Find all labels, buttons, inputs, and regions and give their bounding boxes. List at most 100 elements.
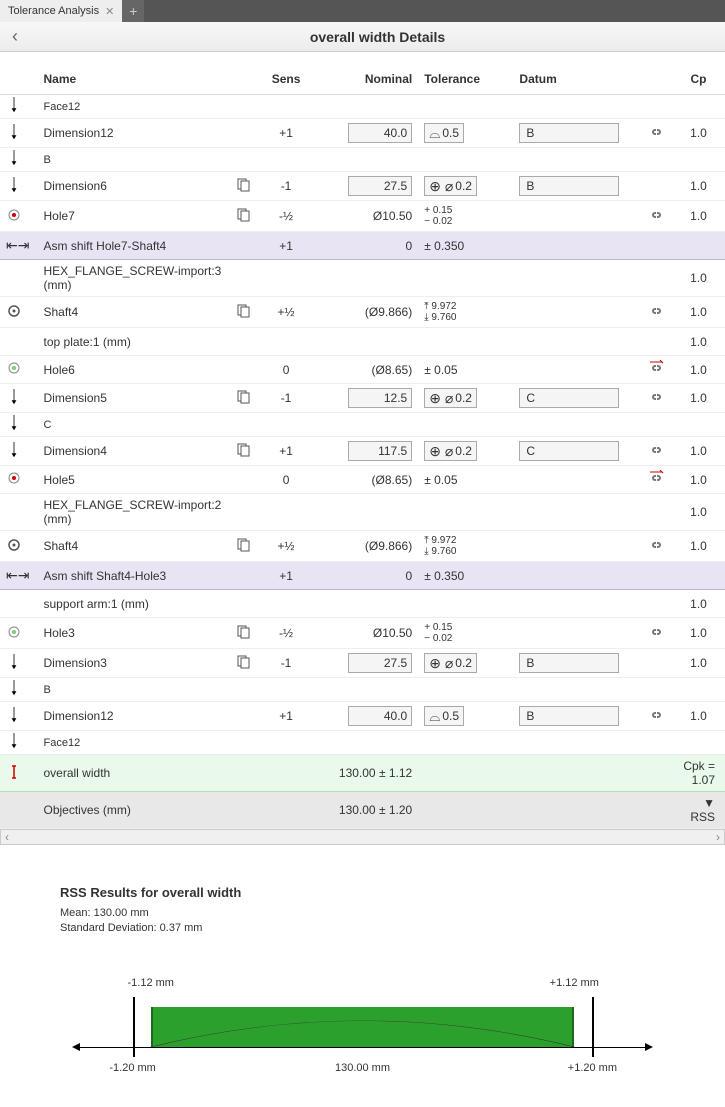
link-icon[interactable] bbox=[648, 447, 664, 461]
sens-value: +1 bbox=[260, 119, 313, 148]
datum-input[interactable]: B bbox=[519, 123, 619, 143]
duplicate-icon[interactable] bbox=[236, 212, 252, 226]
duplicate-icon[interactable] bbox=[236, 659, 252, 673]
break-link-icon[interactable] bbox=[648, 475, 664, 489]
scroll-left-icon[interactable]: ‹ bbox=[5, 830, 9, 844]
objectives-method[interactable]: ▼ RSS bbox=[672, 792, 725, 829]
nominal-input[interactable]: 27.5 bbox=[348, 176, 412, 196]
row-name: Dimension3 bbox=[38, 649, 228, 678]
table-row[interactable]: Dimension5-112.5⊕ ⌀ 0.2C1.0 bbox=[0, 384, 725, 413]
table-row[interactable]: ⇤⇥Asm shift Hole7-Shaft4+10± 0.350 bbox=[0, 232, 725, 260]
table-row[interactable]: C bbox=[0, 413, 725, 437]
cp-value: 1.0 bbox=[672, 466, 725, 494]
table-row[interactable]: ⇤⇥Asm shift Shaft4-Hole3+10± 0.350 bbox=[0, 562, 725, 590]
duplicate-icon[interactable] bbox=[236, 394, 252, 408]
shaft-icon bbox=[6, 308, 22, 322]
table-row[interactable]: top plate:1 (mm)1.0 bbox=[0, 328, 725, 356]
link-icon[interactable] bbox=[648, 212, 664, 226]
tab-add[interactable]: + bbox=[122, 0, 144, 22]
table-row[interactable]: Shaft4+½(Ø9.866)⤒ 9.972⤓ 9.7601.0 bbox=[0, 531, 725, 562]
break-link-icon[interactable] bbox=[648, 365, 664, 379]
duplicate-icon[interactable] bbox=[236, 542, 252, 556]
sens-value: -½ bbox=[260, 201, 313, 232]
nominal-value: (Ø8.65) bbox=[372, 473, 413, 487]
arrow-down-icon bbox=[6, 182, 22, 196]
table-row[interactable]: Shaft4+½(Ø9.866)⤒ 9.972⤓ 9.7601.0 bbox=[0, 297, 725, 328]
nominal-input[interactable]: 40.0 bbox=[348, 706, 412, 726]
nominal-input[interactable]: 117.5 bbox=[348, 441, 412, 461]
tolerance-input[interactable]: ⊕ ⌀ 0.2 bbox=[424, 176, 477, 196]
back-button[interactable]: ‹ bbox=[0, 26, 30, 47]
nominal-value: Ø10.50 bbox=[373, 209, 412, 223]
sens-value: -1 bbox=[260, 649, 313, 678]
datum-input[interactable]: C bbox=[519, 388, 619, 408]
table-row[interactable]: Face12 bbox=[0, 95, 725, 119]
table-row[interactable]: Dimension4+1117.5⊕ ⌀ 0.2C1.0 bbox=[0, 437, 725, 466]
nominal-input[interactable]: 40.0 bbox=[348, 123, 412, 143]
cp-value: 1.0 bbox=[672, 590, 725, 618]
row-name: B bbox=[38, 678, 228, 702]
nominal-input[interactable]: 27.5 bbox=[348, 653, 412, 673]
sens-value bbox=[260, 328, 313, 356]
cp-value: 1.0 bbox=[672, 702, 725, 731]
link-icon[interactable] bbox=[648, 129, 664, 143]
table-row[interactable]: Hole7-½Ø10.500.150.021.0 bbox=[0, 201, 725, 232]
table-row[interactable]: B bbox=[0, 678, 725, 702]
hole-icon bbox=[6, 365, 22, 379]
tolerance-input[interactable]: ⊕ ⌀ 0.2 bbox=[424, 653, 477, 673]
table-row[interactable]: Hole60(Ø8.65)± 0.051.0 bbox=[0, 356, 725, 384]
chart-curve bbox=[60, 1005, 665, 1047]
table-row[interactable]: Dimension12+140.0⌓ 0.5B1.0 bbox=[0, 702, 725, 731]
sens-value bbox=[260, 678, 313, 702]
table-row[interactable]: Dimension3-127.5⊕ ⌀ 0.2B1.0 bbox=[0, 649, 725, 678]
table-row[interactable]: Hole50(Ø8.65)± 0.051.0 bbox=[0, 466, 725, 494]
tolerance-input[interactable]: ⌓ 0.5 bbox=[424, 123, 464, 143]
chart-label-outer-low: -1.20 mm bbox=[109, 1062, 155, 1074]
table-row[interactable]: Hole3-½Ø10.500.150.021.0 bbox=[0, 618, 725, 649]
datum-input[interactable]: B bbox=[519, 706, 619, 726]
duplicate-icon[interactable] bbox=[236, 308, 252, 322]
link-icon[interactable] bbox=[648, 394, 664, 408]
nominal-input[interactable]: 12.5 bbox=[348, 388, 412, 408]
link-icon[interactable] bbox=[648, 542, 664, 556]
link-icon[interactable] bbox=[648, 308, 664, 322]
datum-input[interactable]: C bbox=[519, 441, 619, 461]
table-row[interactable]: Dimension12+140.0⌓ 0.5B1.0 bbox=[0, 119, 725, 148]
link-icon[interactable] bbox=[648, 712, 664, 726]
tolerance-chart: -1.12 mm+1.12 mm-1.20 mm+1.20 mm130.00 m… bbox=[60, 967, 665, 1087]
table-row[interactable]: HEX_FLANGE_SCREW-import:3 (mm)1.0 bbox=[0, 260, 725, 297]
cp-value: 1.0 bbox=[672, 260, 725, 297]
pm-value: ± 0.05 bbox=[424, 363, 457, 377]
hole-icon bbox=[6, 629, 22, 643]
table-row[interactable]: Face12 bbox=[0, 731, 725, 755]
horizontal-scrollbar[interactable]: ‹ › bbox=[0, 829, 725, 845]
link-icon[interactable] bbox=[648, 629, 664, 643]
arrow-down-icon bbox=[6, 659, 22, 673]
page-header: ‹ overall width Details bbox=[0, 22, 725, 52]
duplicate-icon[interactable] bbox=[236, 629, 252, 643]
close-icon[interactable]: ✕ bbox=[105, 5, 114, 18]
hole-icon bbox=[6, 475, 22, 489]
row-name: Hole3 bbox=[38, 618, 228, 649]
scroll-right-icon[interactable]: › bbox=[716, 830, 720, 844]
th-datum: Datum bbox=[513, 52, 640, 95]
table-row[interactable]: support arm:1 (mm)1.0 bbox=[0, 590, 725, 618]
datum-input[interactable]: B bbox=[519, 176, 619, 196]
hole-icon bbox=[6, 212, 22, 226]
datum-input[interactable]: B bbox=[519, 653, 619, 673]
objectives-row[interactable]: Objectives (mm) 130.00 ± 1.20 ▼ RSS bbox=[0, 792, 725, 829]
pm-value: ± 0.350 bbox=[424, 239, 464, 253]
tolerance-input[interactable]: ⊕ ⌀ 0.2 bbox=[424, 388, 477, 408]
duplicate-icon[interactable] bbox=[236, 447, 252, 461]
tolerance-input[interactable]: ⌓ 0.5 bbox=[424, 706, 464, 726]
duplicate-icon[interactable] bbox=[236, 182, 252, 196]
table-row[interactable]: HEX_FLANGE_SCREW-import:2 (mm)1.0 bbox=[0, 494, 725, 531]
tab-tolerance-analysis[interactable]: Tolerance Analysis ✕ bbox=[0, 0, 122, 22]
tolerance-input[interactable]: ⊕ ⌀ 0.2 bbox=[424, 441, 477, 461]
nominal-value: Ø10.50 bbox=[373, 626, 412, 640]
tolerance-stack: 0.150.02 bbox=[424, 622, 452, 644]
cp-value: 1.0 bbox=[672, 437, 725, 466]
table-row[interactable]: B bbox=[0, 148, 725, 172]
sens-value bbox=[260, 260, 313, 297]
table-row[interactable]: Dimension6-127.5⊕ ⌀ 0.2B1.0 bbox=[0, 172, 725, 201]
